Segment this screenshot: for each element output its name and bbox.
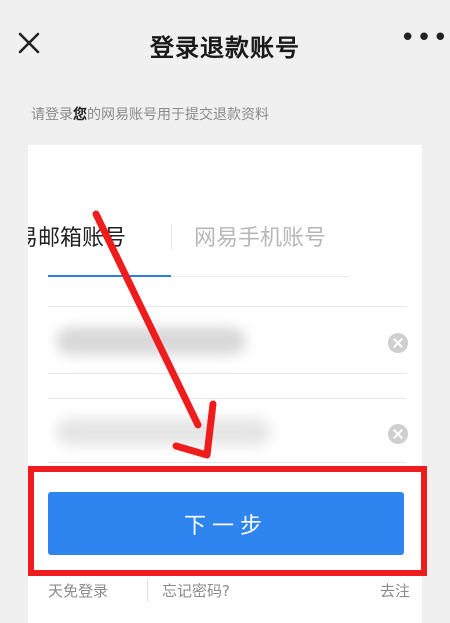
- more-button[interactable]: •••: [400, 25, 448, 52]
- tab-baseline: [171, 276, 349, 277]
- forgot-password-link[interactable]: 忘记密码?: [162, 580, 230, 601]
- tab-email-label: 易邮箱账号: [28, 226, 127, 251]
- register-link[interactable]: 去注: [380, 580, 422, 601]
- field-divider: [48, 462, 406, 463]
- clear-password-icon[interactable]: [388, 424, 408, 444]
- tab-phone-account[interactable]: 网易手机账号: [194, 220, 326, 252]
- next-step-button[interactable]: 下一步: [48, 492, 404, 555]
- hint-suffix: 的网易账号用于提交退款资料: [87, 107, 269, 123]
- hint-bold: 您: [73, 107, 87, 123]
- field-divider: [48, 373, 406, 374]
- tab-email-account[interactable]: 易邮箱账号: [28, 220, 171, 252]
- active-tab-indicator: [48, 275, 171, 277]
- page-title: 登录退款账号: [150, 34, 300, 62]
- tab-divider: [171, 224, 172, 250]
- field-divider: [48, 398, 406, 399]
- clear-account-icon[interactable]: [388, 333, 408, 353]
- login-hint: 请登录您的网易账号用于提交退款资料: [31, 104, 269, 124]
- account-input[interactable]: [56, 327, 246, 355]
- password-input[interactable]: [56, 418, 271, 446]
- auto-login-link[interactable]: 天免登录: [48, 580, 108, 601]
- field-divider: [48, 306, 406, 307]
- tab-phone-label: 网易手机账号: [194, 226, 327, 251]
- nav-header: 登录退款账号 •••: [0, 0, 450, 86]
- link-divider: [147, 578, 148, 602]
- more-horizontal-icon: •••: [400, 23, 450, 53]
- hint-prefix: 请登录: [31, 107, 73, 123]
